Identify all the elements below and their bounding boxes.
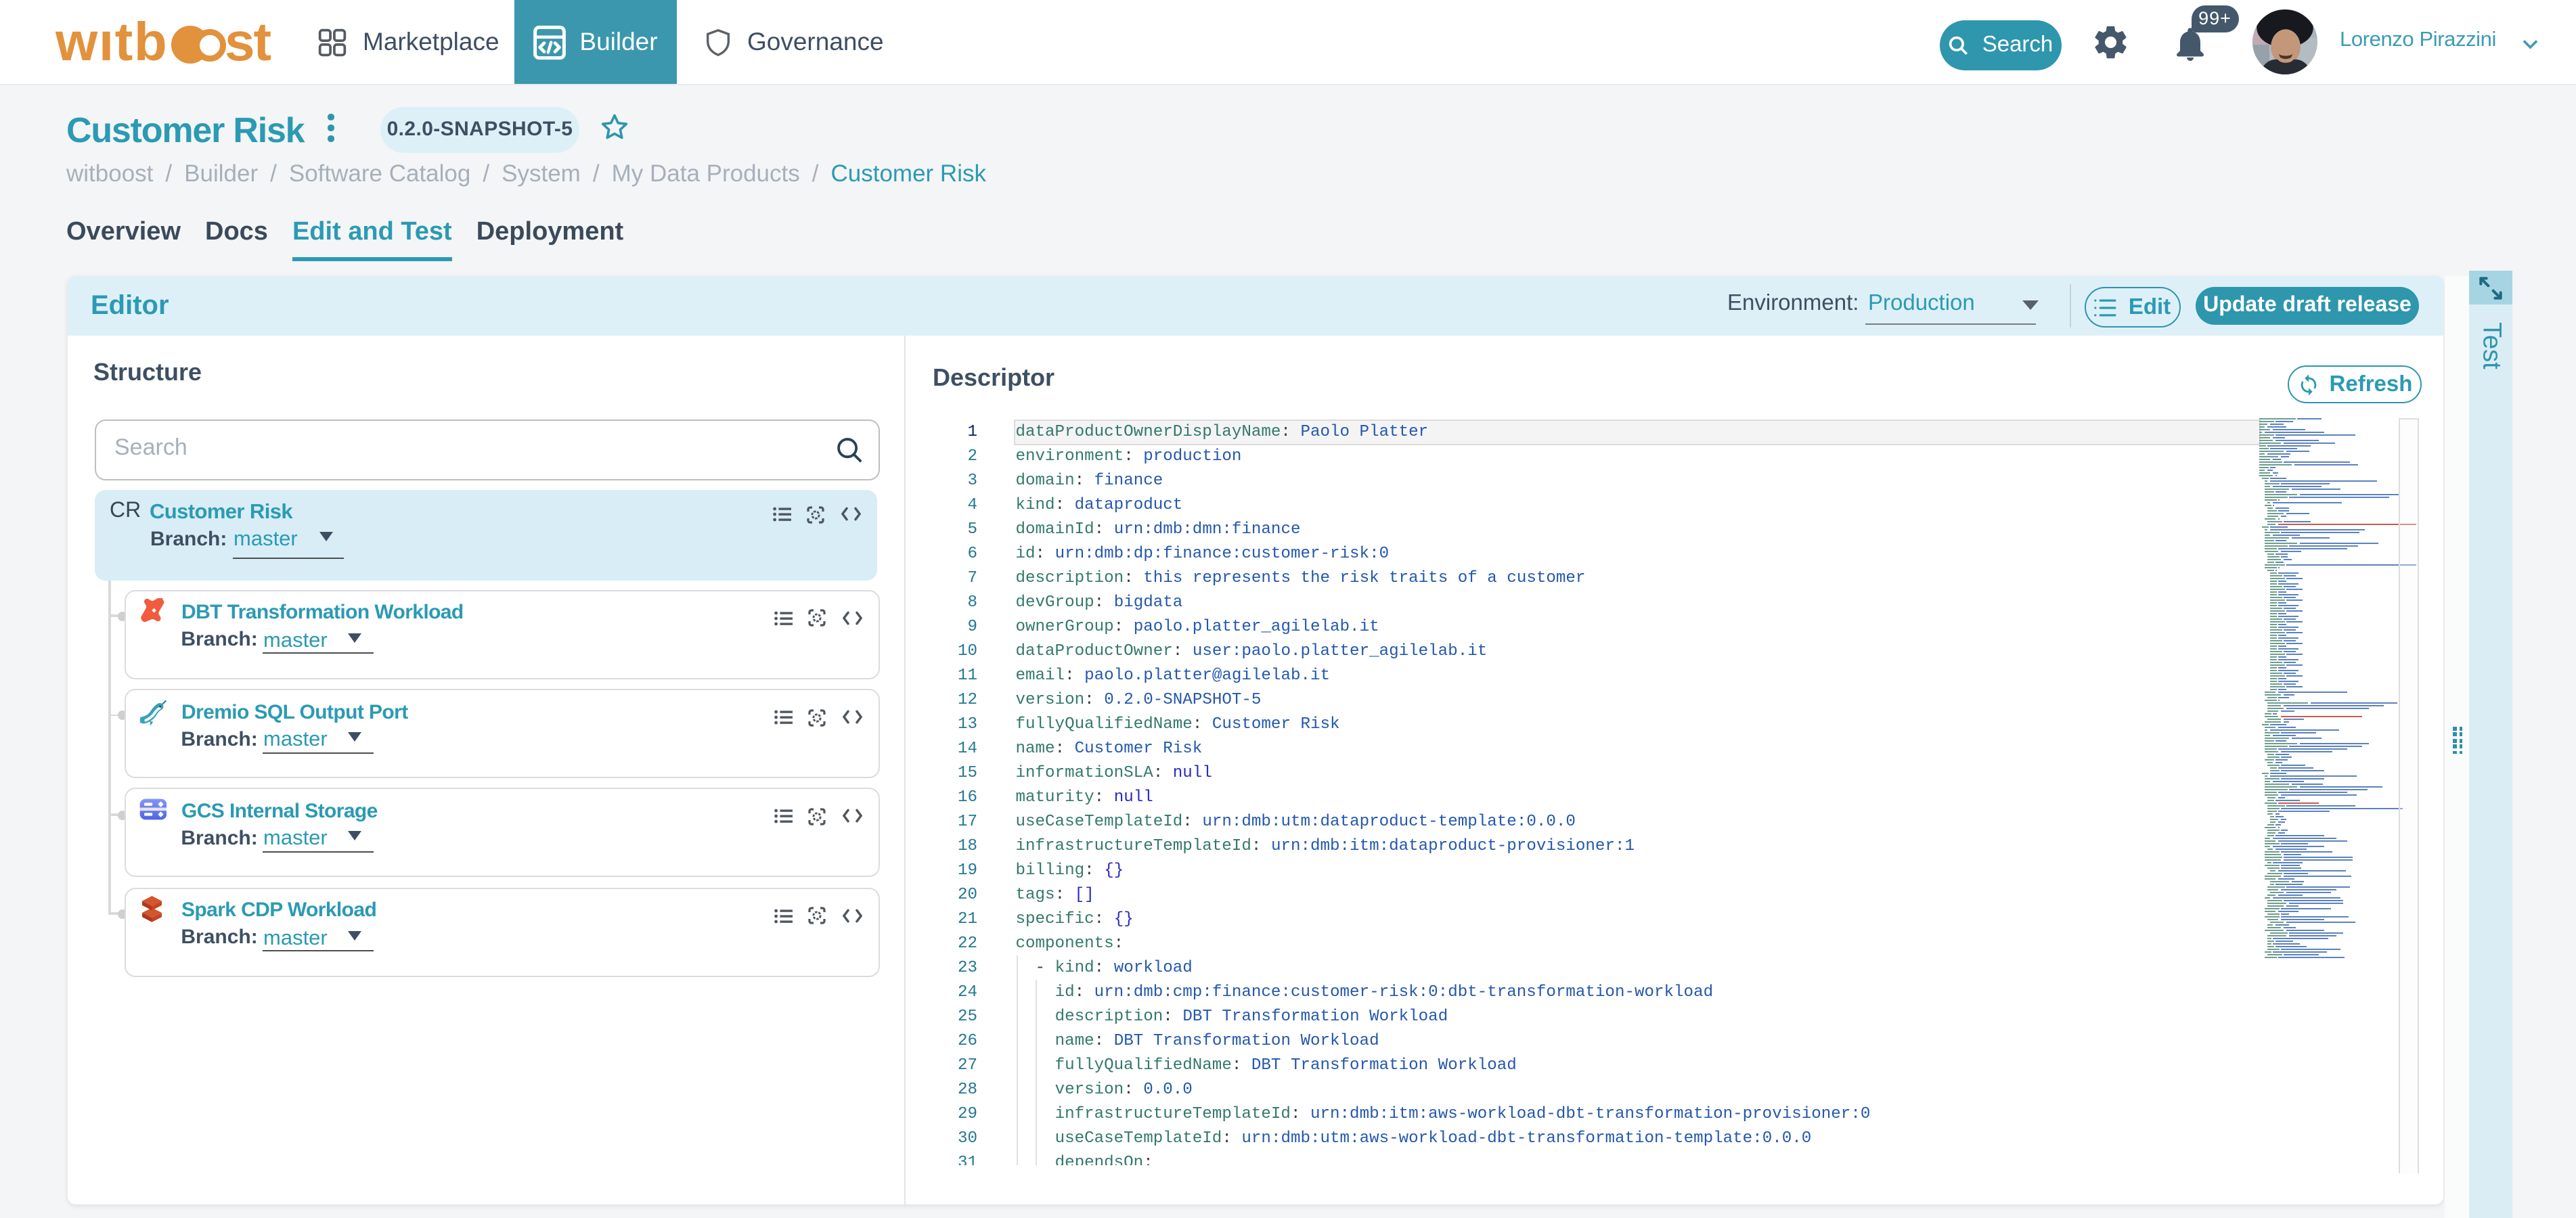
svg-text:wıtb: wıtb (55, 12, 168, 72)
svg-text:st: st (225, 12, 271, 72)
